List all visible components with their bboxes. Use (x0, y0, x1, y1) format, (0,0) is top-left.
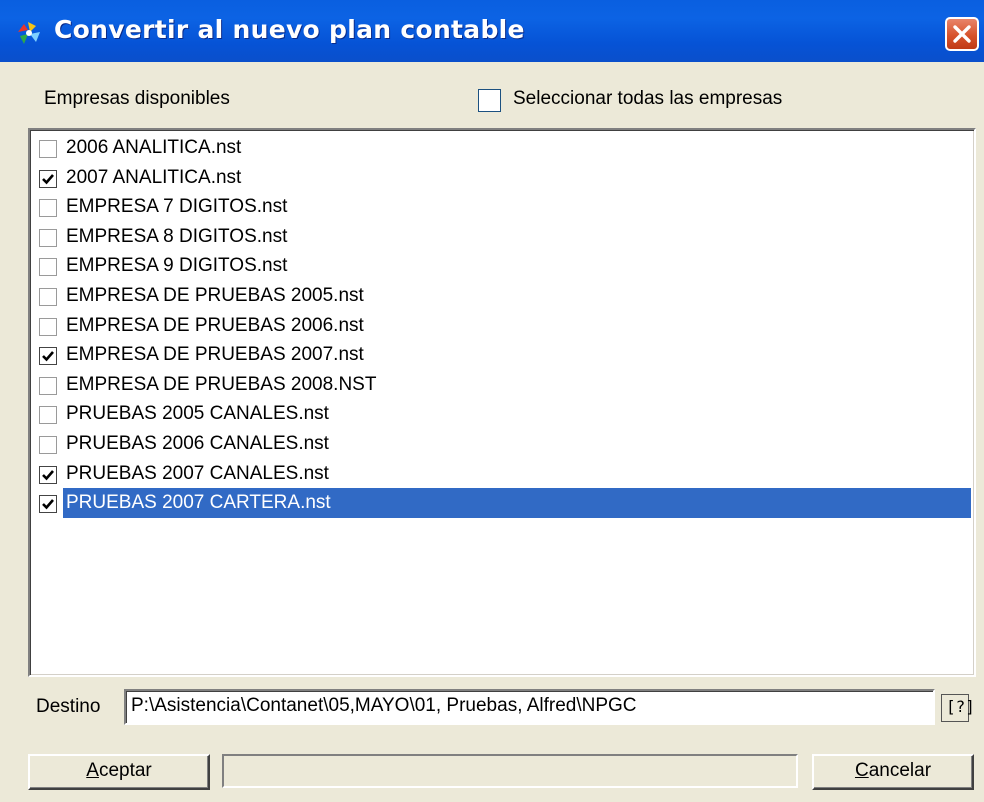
progress-bar (222, 754, 798, 788)
list-item[interactable]: PRUEBAS 2007 CANALES.nst (32, 459, 974, 489)
list-item[interactable]: EMPRESA DE PRUEBAS 2008.NST (32, 370, 974, 400)
list-item[interactable]: PRUEBAS 2005 CANALES.nst (32, 399, 974, 429)
cancel-label: ancelar (868, 760, 932, 781)
list-item[interactable]: PRUEBAS 2006 CANALES.nst (32, 429, 974, 459)
available-companies-label: Empresas disponibles (44, 88, 230, 109)
item-label: PRUEBAS 2007 CARTERA.nst (63, 488, 971, 519)
cancel-accel: C (854, 760, 869, 781)
accept-button[interactable]: Aceptar (28, 754, 210, 790)
company-checklist[interactable]: 2006 ANALITICA.nst 2007 ANALITICA.nst EMPR… (28, 128, 976, 677)
item-checkbox[interactable] (39, 495, 57, 514)
accept-label: ceptar (98, 760, 152, 781)
item-checkbox[interactable] (39, 228, 57, 247)
item-label: 2006 ANALITICA.nst (66, 137, 242, 158)
item-checkbox[interactable] (39, 317, 57, 336)
list-item[interactable]: EMPRESA 8 DIGITOS.nst (32, 222, 974, 252)
close-icon (953, 25, 971, 43)
close-button[interactable] (945, 17, 979, 51)
item-label: EMPRESA DE PRUEBAS 2008.NST (66, 373, 377, 395)
item-checkbox[interactable] (39, 465, 57, 484)
item-checkbox[interactable] (39, 406, 57, 425)
list-item[interactable]: 2006 ANALITICA.nst (32, 133, 974, 163)
item-checkbox[interactable] (39, 288, 57, 306)
item-checkbox[interactable] (39, 436, 57, 454)
checkmark-icon (42, 499, 54, 510)
convert-app-icon (14, 18, 44, 48)
select-all-label[interactable]: Seleccionar todas las empresas (513, 88, 782, 110)
item-label: EMPRESA 9 DIGITOS.nst (66, 255, 288, 277)
list-item[interactable]: EMPRESA DE PRUEBAS 2007.nst (32, 340, 974, 370)
checkmark-icon (42, 469, 54, 481)
destination-path-field[interactable]: P:\Asistencia\Contanet\05,MAYO\01, Prueb… (124, 689, 935, 725)
item-label: EMPRESA DE PRUEBAS 2005.nst (66, 285, 364, 306)
browse-folder-icon: [?] (946, 697, 975, 716)
convert-plan-dialog: Convertir al nuevo plan contable Empresa… (0, 0, 984, 802)
item-label: PRUEBAS 2005 CANALES.nst (66, 403, 329, 425)
list-item[interactable]: 2007 ANALITICA.nst (32, 163, 974, 193)
list-item[interactable]: EMPRESA 7 DIGITOS.nst (32, 192, 974, 222)
title-bar[interactable]: Convertir al nuevo plan contable (0, 0, 984, 62)
cancel-button[interactable]: Cancelar (812, 754, 974, 790)
item-checkbox[interactable] (39, 199, 57, 218)
checkmark-icon (42, 173, 54, 185)
select-all-checkbox[interactable] (478, 89, 501, 112)
window-title: Convertir al nuevo plan contable (54, 15, 525, 44)
item-label: EMPRESA 8 DIGITOS.nst (66, 225, 288, 247)
item-checkbox[interactable] (39, 347, 57, 366)
checkmark-icon (42, 351, 54, 362)
destination-label: Destino (36, 696, 101, 717)
list-item[interactable]: EMPRESA DE PRUEBAS 2005.nst (32, 281, 974, 311)
item-label: 2007 ANALITICA.nst (66, 166, 242, 188)
item-checkbox[interactable] (39, 258, 57, 277)
item-label: PRUEBAS 2006 CANALES.nst (66, 433, 329, 454)
item-checkbox[interactable] (39, 169, 57, 188)
item-checkbox[interactable] (39, 376, 57, 395)
item-label: PRUEBAS 2007 CANALES.nst (66, 462, 329, 484)
list-item[interactable]: EMPRESA 9 DIGITOS.nst (32, 251, 974, 281)
item-label: EMPRESA DE PRUEBAS 2007.nst (66, 344, 364, 366)
item-checkbox[interactable] (39, 140, 57, 158)
accept-accel: A (86, 760, 99, 781)
item-label: EMPRESA DE PRUEBAS 2006.nst (66, 314, 364, 336)
browse-button[interactable]: [?] (941, 694, 975, 722)
list-item[interactable]: EMPRESA DE PRUEBAS 2006.nst (32, 311, 974, 341)
item-label: EMPRESA 7 DIGITOS.nst (66, 196, 288, 218)
list-item[interactable]: PRUEBAS 2007 CARTERA.nst (32, 488, 974, 519)
